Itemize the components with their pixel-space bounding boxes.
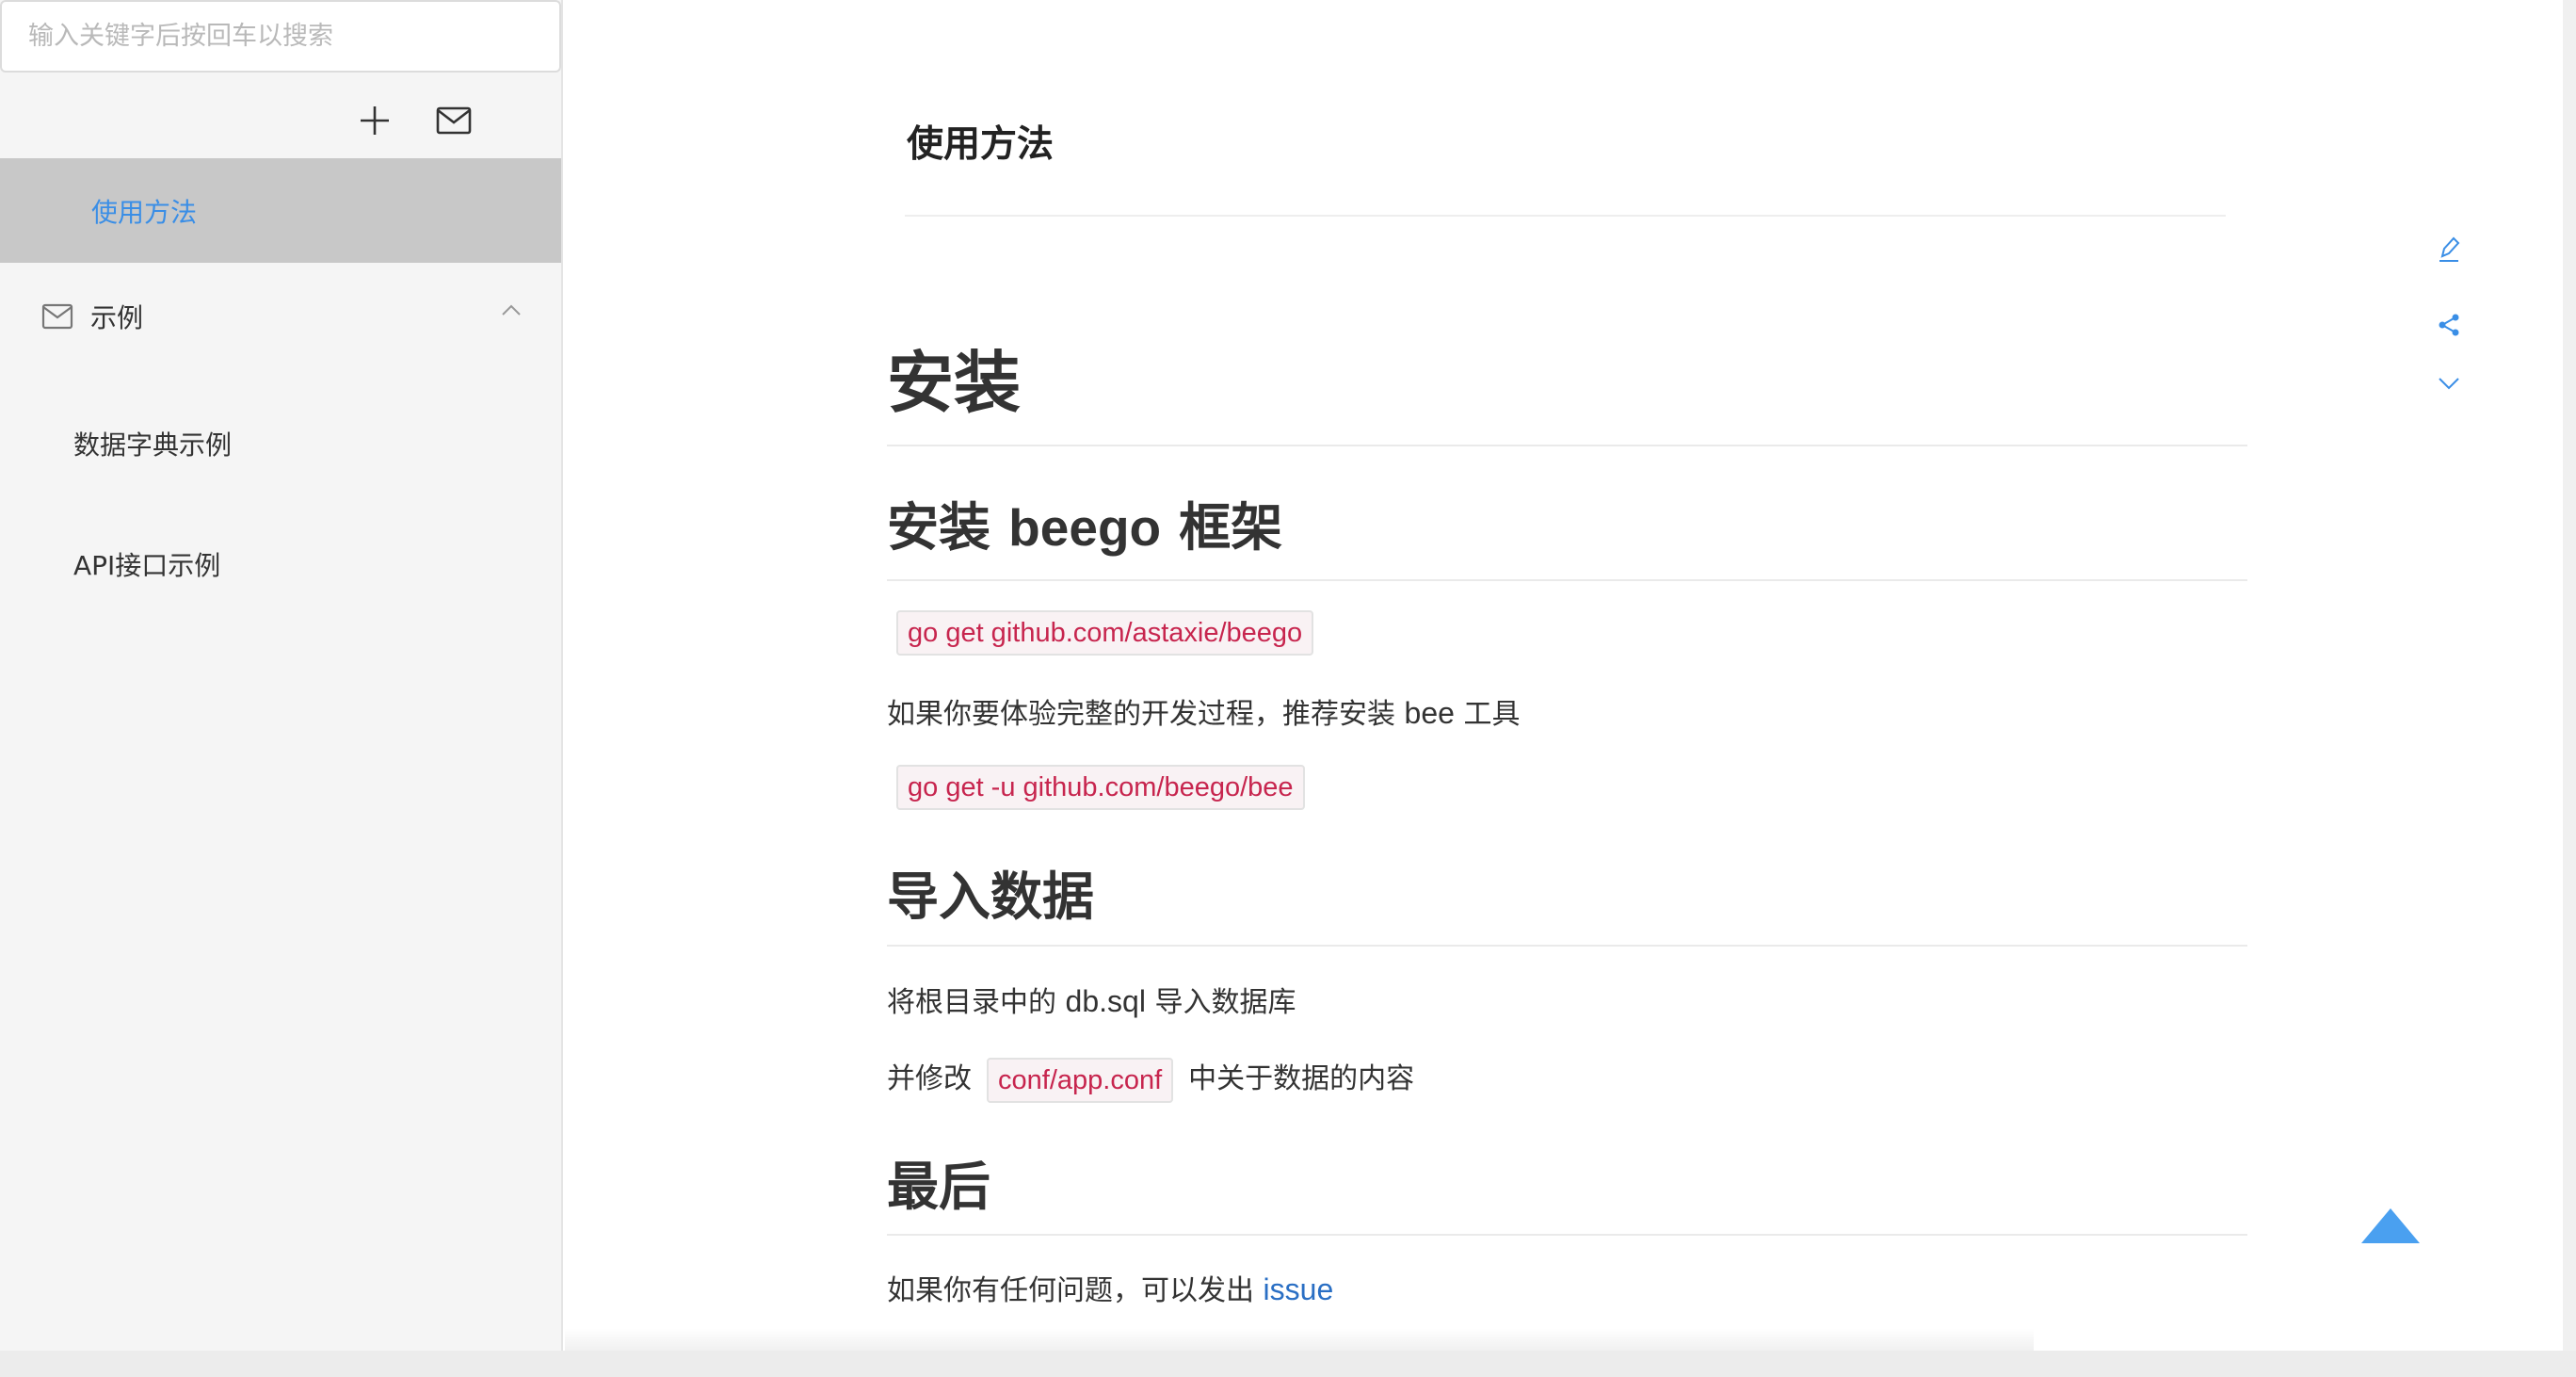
heading-import-data: 导入数据	[887, 864, 2247, 947]
text: 导入数据库	[1154, 986, 1296, 1019]
text: 如果你要体验完整的开发过程，推荐安装	[887, 698, 1395, 731]
sidebar: 使用方法 示例 数据字典示例 API接口示例	[0, 0, 563, 1351]
back-to-top-icon[interactable]	[2361, 1208, 2420, 1243]
sidebar-item-label: 使用方法	[91, 196, 198, 228]
sidebar-item-label: 数据字典示例	[73, 429, 233, 461]
text: 如果你有任何问题，可以发出	[887, 1274, 1254, 1307]
plus-icon[interactable]	[356, 102, 394, 139]
heading-text: 框架	[1179, 497, 1283, 558]
issue-link[interactable]: issue	[1264, 1272, 1334, 1306]
heading-finally: 最后	[887, 1154, 2247, 1236]
search-input[interactable]	[2, 2, 559, 71]
text: 工具	[1463, 698, 1521, 731]
sidebar-group-label: 示例	[90, 302, 144, 333]
text: 并修改	[887, 1062, 972, 1095]
paragraph: 如果你要体验完整的开发过程，推荐安装 bee 工具	[887, 690, 1520, 732]
search-box[interactable]	[0, 0, 561, 73]
sidebar-item-usage[interactable]: 使用方法	[0, 158, 561, 263]
scrollbar-track[interactable]	[2563, 0, 2576, 1351]
paragraph: 将根目录中的 db.sql 导入数据库	[887, 979, 1296, 1020]
page-title: 使用方法	[907, 123, 1055, 166]
mail-icon[interactable]	[435, 102, 473, 139]
sidebar-item-label: API接口示例	[73, 550, 221, 581]
sidebar-toolbar	[356, 102, 473, 139]
sidebar-group-examples[interactable]: 示例	[0, 283, 561, 350]
text: 中关于数据的内容	[1188, 1062, 1415, 1095]
content-shadow	[565, 1328, 2034, 1351]
text: 将根目录中的	[887, 986, 1056, 1019]
mail-icon	[41, 303, 73, 330]
text: bee	[1404, 696, 1455, 730]
text: db.sql	[1065, 984, 1146, 1018]
sidebar-item-data-dictionary[interactable]: 数据字典示例	[73, 425, 232, 462]
inline-code: go get -u github.com/beego/bee	[896, 765, 1305, 810]
chevron-up-icon[interactable]	[501, 303, 522, 316]
chevron-down-icon[interactable]	[2433, 367, 2465, 399]
heading-install-beego: 安装 beego 框架	[887, 494, 2247, 581]
bottom-edge	[0, 1351, 2576, 1377]
code-line: go get github.com/astaxie/beego	[896, 610, 1314, 656]
heading-text-bold: beego	[1008, 498, 1162, 557]
code-line: go get -u github.com/beego/bee	[896, 765, 1305, 810]
title-divider	[905, 215, 2226, 217]
heading-text: 安装	[887, 497, 991, 558]
share-icon[interactable]	[2433, 309, 2465, 341]
heading-install: 安装	[887, 341, 2247, 446]
inline-code: go get github.com/astaxie/beego	[896, 610, 1314, 656]
edit-icon[interactable]	[2433, 234, 2465, 266]
sidebar-item-api[interactable]: API接口示例	[73, 545, 220, 583]
paragraph: 并修改 conf/app.conf 中关于数据的内容	[887, 1055, 1414, 1103]
inline-code: conf/app.conf	[987, 1057, 1174, 1103]
paragraph: 如果你有任何问题，可以发出 issue	[887, 1267, 1333, 1308]
